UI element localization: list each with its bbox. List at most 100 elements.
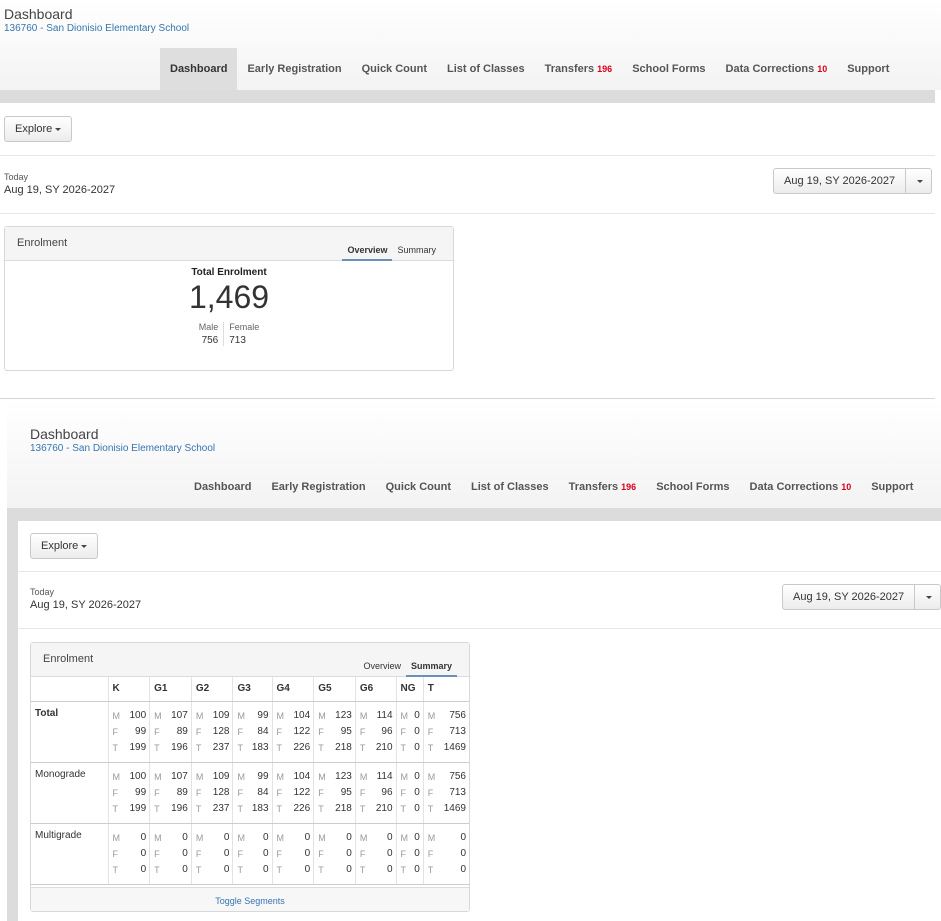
sex-letter: F: [359, 848, 366, 859]
grade-cell: M 104 F 122 T 226: [272, 701, 315, 763]
count-line-m: M 109: [196, 708, 230, 724]
nav-quick-count[interactable]: Quick Count: [352, 48, 437, 90]
nav-data-corrections[interactable]: Data Corrections 10: [740, 466, 862, 508]
nav-support[interactable]: Support: [837, 48, 899, 90]
nav-label: Transfers: [568, 481, 619, 493]
sex-letter: T: [276, 742, 283, 753]
nav-transfers[interactable]: Transfers 196: [559, 466, 647, 508]
explore-label: Explore: [15, 123, 53, 135]
count-line-t: T 183: [237, 801, 268, 817]
nav-transfers[interactable]: Transfers 196: [535, 48, 623, 90]
divider: [0, 213, 935, 214]
overview-body: Total Enrolment 1,469 Male 756 Female 71…: [5, 267, 453, 346]
count-line-f: F0: [401, 846, 420, 862]
sex-letter: M: [154, 832, 162, 843]
count-line-f: F0: [401, 785, 420, 801]
dashboard-panel-overview: Dashboard 136760 - San Dionisio Elementa…: [0, 0, 941, 400]
count-value: 99: [135, 725, 147, 737]
count-line-t: T0: [196, 862, 230, 878]
nav-dashboard[interactable]: Dashboard: [160, 48, 238, 90]
sex-letter: F: [400, 787, 407, 798]
count-value: 95: [340, 725, 352, 737]
nav-quick-count[interactable]: Quick Count: [376, 466, 461, 508]
nav-list-of-classes[interactable]: List of Classes: [461, 466, 559, 508]
nav-support[interactable]: Support: [861, 466, 923, 508]
count-value: 0: [182, 863, 188, 875]
grade-cell: M 99 F 84 T 183: [232, 701, 273, 763]
count-value: 0: [414, 863, 420, 875]
grade-cell: M0F0T0: [423, 823, 469, 885]
page-title: Dashboard: [4, 6, 73, 22]
count-line-f: F0: [428, 846, 466, 862]
sex-letter: T: [276, 864, 283, 875]
school-name: 136760 - San Dionisio Elementary School: [4, 23, 190, 34]
sex-letter: M: [237, 710, 245, 721]
grade-cell: M 123 F 95 T 218: [313, 762, 356, 824]
grade-cell: M 756 F 713 T 1469: [423, 701, 469, 763]
explore-button[interactable]: Explore: [30, 533, 99, 559]
nav-early-registration[interactable]: Early Registration: [237, 48, 351, 90]
tab-summary[interactable]: Summary: [392, 245, 441, 261]
nav-dashboard[interactable]: Dashboard: [184, 466, 261, 508]
today-label: Today: [30, 587, 55, 597]
count-line-f: F 128: [196, 785, 230, 801]
sex-letter: T: [318, 803, 324, 814]
nav-list-of-classes[interactable]: List of Classes: [437, 48, 535, 90]
row-label: Total: [31, 701, 109, 763]
date-picker-toggle[interactable]: [915, 584, 941, 610]
explore-button[interactable]: Explore: [4, 116, 73, 142]
grade-cell: M0F0T0: [149, 823, 192, 885]
sex-letter: T: [154, 803, 160, 814]
count-line-t: T 237: [196, 740, 230, 756]
nav-label: Quick Count: [385, 481, 451, 493]
date-picker-toggle[interactable]: [906, 168, 933, 194]
nav-label: Data Corrections: [749, 481, 839, 493]
grade-cell: M 104 F 122 T 226: [272, 762, 315, 824]
count-value: 89: [176, 725, 188, 737]
count-value: 99: [135, 786, 147, 798]
count-line-f: F0: [360, 846, 393, 862]
sex-letter: F: [276, 787, 283, 798]
toggle-segments-link[interactable]: Toggle Segments: [215, 896, 285, 906]
date-picker-button[interactable]: Aug 19, SY 2026-2027: [773, 168, 907, 194]
sex-letter: M: [112, 832, 121, 843]
grade-cell: M0F0T0: [108, 823, 151, 885]
sex-letter: T: [276, 803, 283, 814]
tab-summary[interactable]: Summary: [405, 661, 457, 677]
count-value: 96: [381, 786, 393, 798]
header-divider: [0, 90, 935, 103]
sex-letter: F: [427, 848, 434, 859]
count-value: 100: [129, 770, 147, 782]
nav-early-registration[interactable]: Early Registration: [261, 466, 375, 508]
sex-letter: M: [400, 710, 409, 721]
count-line-m: M 104: [277, 769, 311, 785]
count-value: 0: [140, 863, 147, 875]
grade-cell: M 756 F 713 T 1469: [423, 762, 469, 824]
count-line-m: M0: [401, 830, 420, 846]
count-value: 122: [293, 725, 311, 737]
nav-school-forms[interactable]: School Forms: [646, 466, 739, 508]
count-line-t: T 226: [277, 801, 311, 817]
sex-letter: M: [318, 771, 326, 782]
tab-overview[interactable]: Overview: [342, 245, 393, 261]
count-value: 1469: [443, 802, 466, 814]
count-line-f: F 122: [277, 724, 311, 740]
nav-school-forms[interactable]: School Forms: [622, 48, 715, 90]
sex-letter: F: [195, 848, 202, 859]
date-picker-button[interactable]: Aug 19, SY 2026-2027: [782, 584, 916, 610]
nav-data-corrections[interactable]: Data Corrections 10: [716, 48, 838, 90]
sex-letter: T: [237, 864, 243, 875]
count-line-t: T 218: [318, 801, 352, 817]
count-line-t: T0: [401, 862, 420, 878]
tab-overview[interactable]: Overview: [358, 661, 406, 677]
nav-label: School Forms: [656, 481, 730, 493]
sex-letter: F: [359, 787, 366, 798]
sex-letter: F: [237, 726, 243, 737]
column-header: G6: [355, 677, 397, 702]
sex-letter: M: [427, 771, 436, 782]
nav-label: List of Classes: [471, 481, 549, 493]
count-value: 0: [346, 847, 352, 859]
count-value: 100: [129, 709, 147, 721]
count-value: 123: [335, 709, 352, 721]
count-value: 0: [262, 863, 269, 875]
